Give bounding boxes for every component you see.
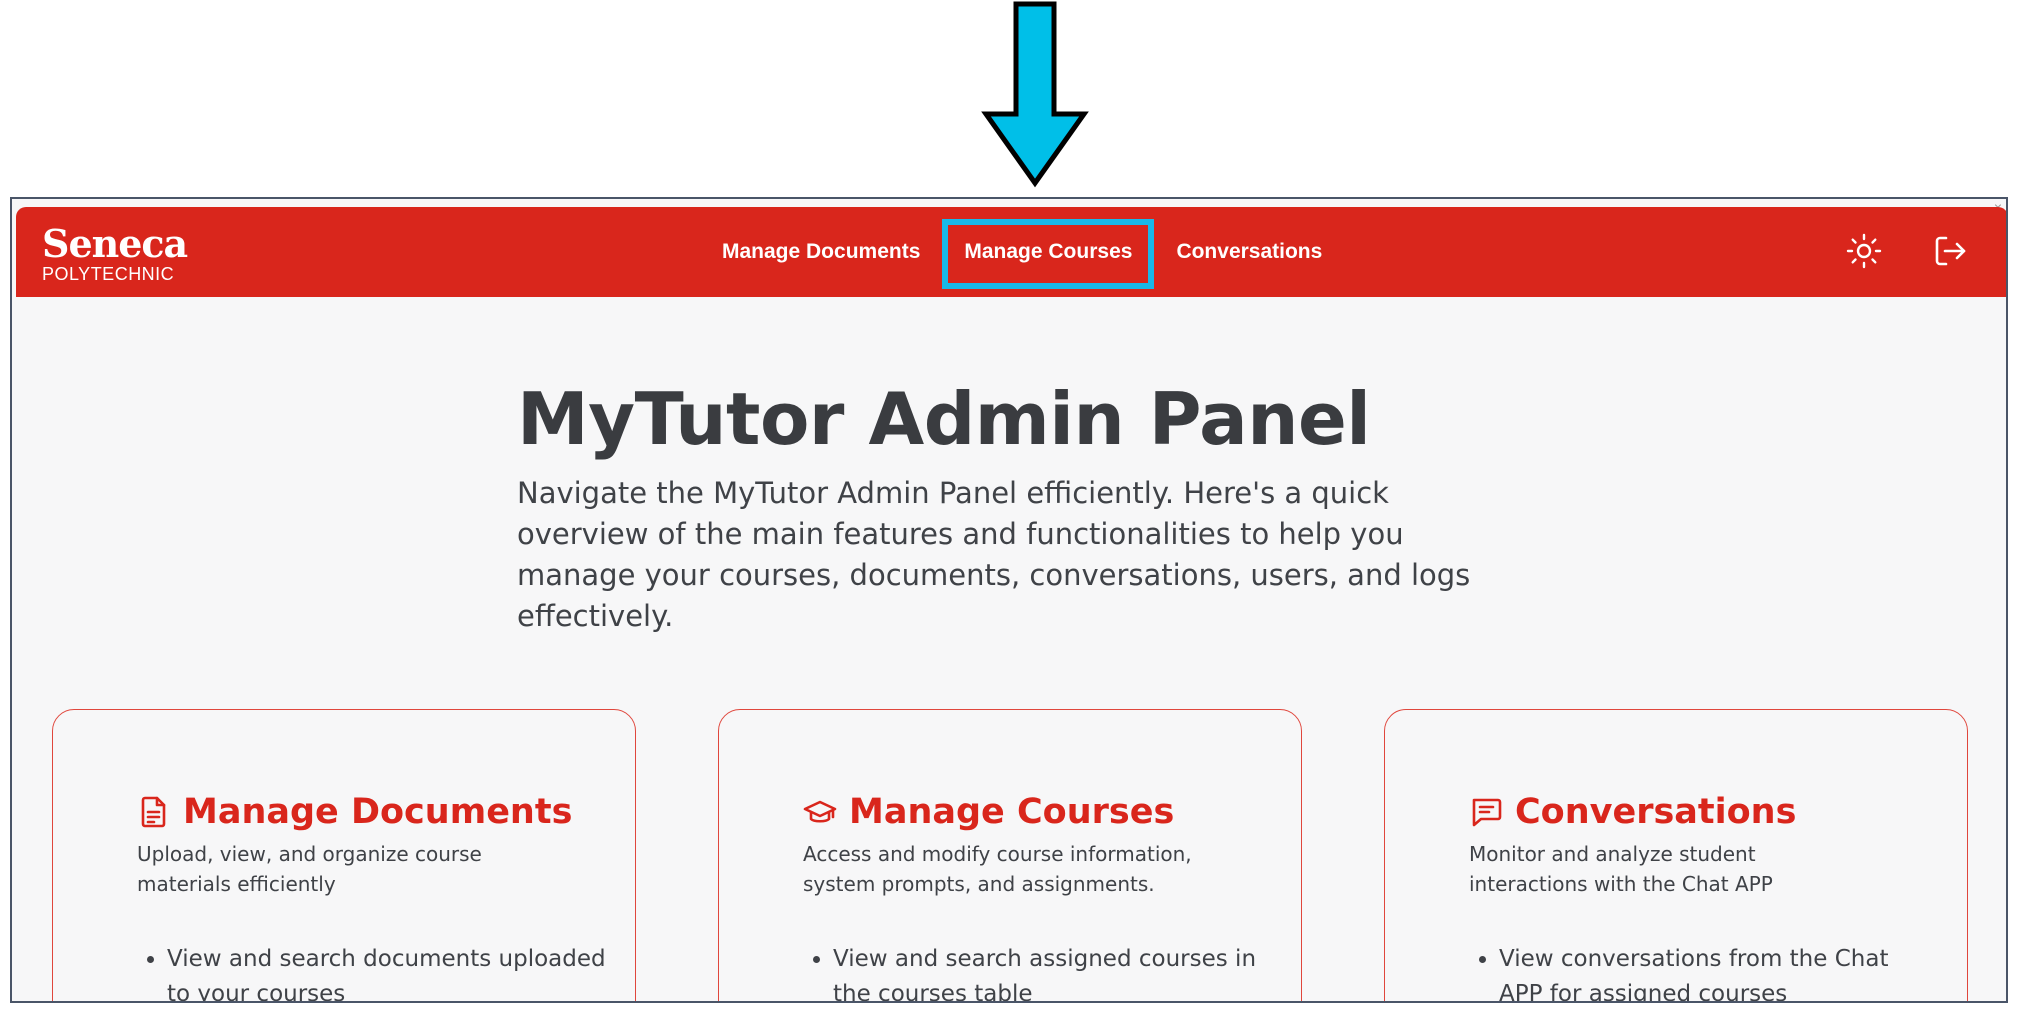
card-feature-list: View and search documents uploaded to yo…: [137, 942, 607, 1001]
page-description: Navigate the MyTutor Admin Panel efficie…: [517, 476, 1471, 633]
card-manage-courses: Manage Courses Access and modify course …: [718, 709, 1302, 1001]
card-manage-documents: Manage Documents Upload, view, and organ…: [52, 709, 636, 1001]
sun-theme-icon[interactable]: [1844, 231, 1884, 271]
graduation-cap-icon: [803, 800, 837, 823]
app-window: × Seneca POLYTECHNIC Manage Documents Ma…: [10, 197, 2008, 1003]
list-item: View conversations from the Chat APP for…: [1499, 942, 1939, 1001]
card-header: Manage Documents: [137, 792, 572, 832]
document-icon: [141, 796, 166, 828]
chat-icon: [1472, 798, 1502, 827]
nav-actions: [1844, 231, 1970, 271]
nav-manage-documents[interactable]: Manage Documents: [708, 207, 934, 297]
card-feature-list: View and search assigned courses in the …: [803, 942, 1273, 1001]
nav-manage-courses[interactable]: Manage Courses: [942, 207, 1155, 297]
seneca-logo[interactable]: Seneca POLYTECHNIC: [42, 221, 188, 284]
page-title: MyTutor Admin Panel: [517, 377, 1371, 461]
card-description: Monitor and analyze student interactions…: [1469, 842, 1773, 896]
card-title[interactable]: Manage Documents: [183, 792, 572, 832]
list-item: View and search documents uploaded to yo…: [167, 942, 607, 1001]
card-header: Conversations: [1469, 792, 1796, 832]
card-conversations: Conversations Monitor and analyze studen…: [1384, 709, 1968, 1001]
nav-links: Manage Documents Manage Courses Conversa…: [708, 207, 1336, 297]
card-header: Manage Courses: [803, 792, 1174, 832]
arrow-down-icon: [981, 1, 1089, 188]
list-item: View and search assigned courses in the …: [833, 942, 1273, 1001]
card-description: Upload, view, and organize course materi…: [137, 842, 482, 896]
card-description: Access and modify course information, sy…: [803, 842, 1192, 896]
card-feature-list: View conversations from the Chat APP for…: [1469, 942, 1939, 1001]
logout-icon[interactable]: [1930, 231, 1970, 271]
top-navbar: Seneca POLYTECHNIC Manage Documents Mana…: [16, 207, 2006, 297]
card-title[interactable]: Conversations: [1515, 792, 1796, 832]
card-title[interactable]: Manage Courses: [849, 792, 1174, 832]
nav-conversations[interactable]: Conversations: [1162, 207, 1336, 297]
logo-subtitle: POLYTECHNIC: [42, 264, 175, 284]
hero-section: MyTutor Admin Panel Navigate the MyTutor…: [517, 377, 1517, 637]
logo-wordmark: Seneca: [42, 221, 188, 266]
